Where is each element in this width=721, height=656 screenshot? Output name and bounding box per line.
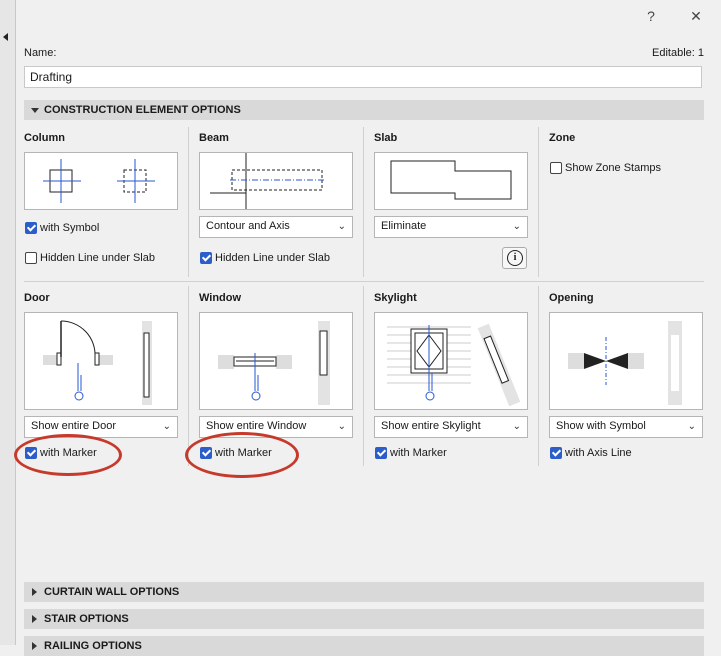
collapsed-arrow-icon	[32, 588, 37, 596]
zone-stamps-checkbox[interactable]	[550, 162, 562, 174]
collapsed-arrow-icon	[32, 615, 37, 623]
beam-symbol-icon	[210, 153, 326, 209]
slab-info-button[interactable]: i	[502, 247, 527, 269]
skylight-select-value: Show entire Skylight	[381, 420, 481, 432]
side-panel-strip[interactable]	[0, 0, 16, 645]
chevron-down-icon: ⌄	[512, 221, 521, 232]
section-title: STAIR OPTIONS	[44, 613, 129, 625]
window-symbol-icon	[218, 321, 330, 405]
stair-options-header[interactable]: STAIR OPTIONS	[24, 609, 704, 629]
skylight-marker-label: with Marker	[390, 447, 447, 459]
door-select-value: Show entire Door	[31, 420, 116, 432]
editable-count: Editable: 1	[652, 47, 704, 59]
opening-preview	[549, 312, 703, 410]
window-preview	[199, 312, 353, 410]
beam-hidden-line-label: Hidden Line under Slab	[215, 252, 330, 264]
slab-select-value: Eliminate	[381, 220, 427, 232]
column-hidden-line-checkbox[interactable]	[25, 252, 37, 264]
opening-title: Opening	[549, 292, 594, 304]
zone-stamps-label: Show Zone Stamps	[565, 162, 661, 174]
column-preview	[24, 152, 178, 210]
column-title: Column	[24, 132, 65, 144]
beam-title: Beam	[199, 132, 229, 144]
divider	[363, 127, 364, 277]
opening-symbol-icon	[568, 321, 682, 405]
opening-axis-checkbox[interactable]	[550, 447, 562, 459]
column-symbol-icon	[43, 159, 155, 203]
collapsed-arrow-icon	[32, 642, 37, 650]
slab-symbol-icon	[390, 160, 512, 200]
window-title: Window	[199, 292, 242, 304]
divider	[188, 286, 189, 466]
collapse-arrow-icon[interactable]	[3, 33, 8, 41]
close-button[interactable]: ✕	[686, 6, 706, 26]
chevron-down-icon: ⌄	[687, 421, 696, 432]
name-field[interactable]: Drafting	[24, 66, 702, 88]
column-with-symbol-label: with Symbol	[40, 222, 100, 234]
skylight-title: Skylight	[374, 292, 417, 304]
beam-hidden-line-checkbox[interactable]	[200, 252, 212, 264]
skylight-preview	[374, 312, 528, 410]
beam-display-select[interactable]: Contour and Axis ⌄	[199, 216, 353, 238]
column-with-symbol-checkbox[interactable]	[25, 222, 37, 234]
door-preview	[24, 312, 178, 410]
column-hidden-line-label: Hidden Line under Slab	[40, 252, 155, 264]
name-label: Name:	[24, 47, 57, 59]
section-title: CURTAIN WALL OPTIONS	[44, 586, 180, 598]
annotation-circle	[185, 432, 299, 478]
railing-options-header[interactable]: RAILING OPTIONS	[24, 636, 704, 656]
skylight-marker-checkbox[interactable]	[375, 447, 387, 459]
window-select-value: Show entire Window	[206, 420, 307, 432]
door-title: Door	[24, 292, 50, 304]
divider	[24, 281, 704, 282]
opening-display-select[interactable]: Show with Symbol ⌄	[549, 416, 703, 438]
zone-title: Zone	[549, 132, 576, 144]
divider	[538, 286, 539, 466]
slab-preview	[374, 152, 528, 210]
divider	[538, 127, 539, 277]
slab-title: Slab	[374, 132, 398, 144]
construction-options-header[interactable]: CONSTRUCTION ELEMENT OPTIONS	[24, 100, 704, 120]
section-title: CONSTRUCTION ELEMENT OPTIONS	[44, 104, 241, 116]
beam-preview	[199, 152, 353, 210]
skylight-display-select[interactable]: Show entire Skylight ⌄	[374, 416, 528, 438]
divider	[188, 127, 189, 277]
chevron-down-icon: ⌄	[512, 421, 521, 432]
curtain-wall-options-header[interactable]: CURTAIN WALL OPTIONS	[24, 582, 704, 602]
chevron-down-icon: ⌄	[337, 221, 346, 232]
door-symbol-icon	[43, 320, 152, 405]
chevron-down-icon: ⌄	[337, 421, 346, 432]
opening-select-value: Show with Symbol	[556, 420, 646, 432]
help-button[interactable]: ?	[641, 6, 661, 26]
slab-display-select[interactable]: Eliminate ⌄	[374, 216, 528, 238]
chevron-down-icon: ⌄	[162, 421, 171, 432]
skylight-symbol-icon	[387, 323, 521, 407]
opening-axis-label: with Axis Line	[565, 447, 632, 459]
info-icon: i	[507, 250, 523, 266]
expanded-arrow-icon	[31, 108, 39, 113]
beam-select-value: Contour and Axis	[206, 220, 290, 232]
annotation-circle	[14, 434, 122, 476]
divider	[363, 286, 364, 466]
section-title: RAILING OPTIONS	[44, 640, 142, 652]
